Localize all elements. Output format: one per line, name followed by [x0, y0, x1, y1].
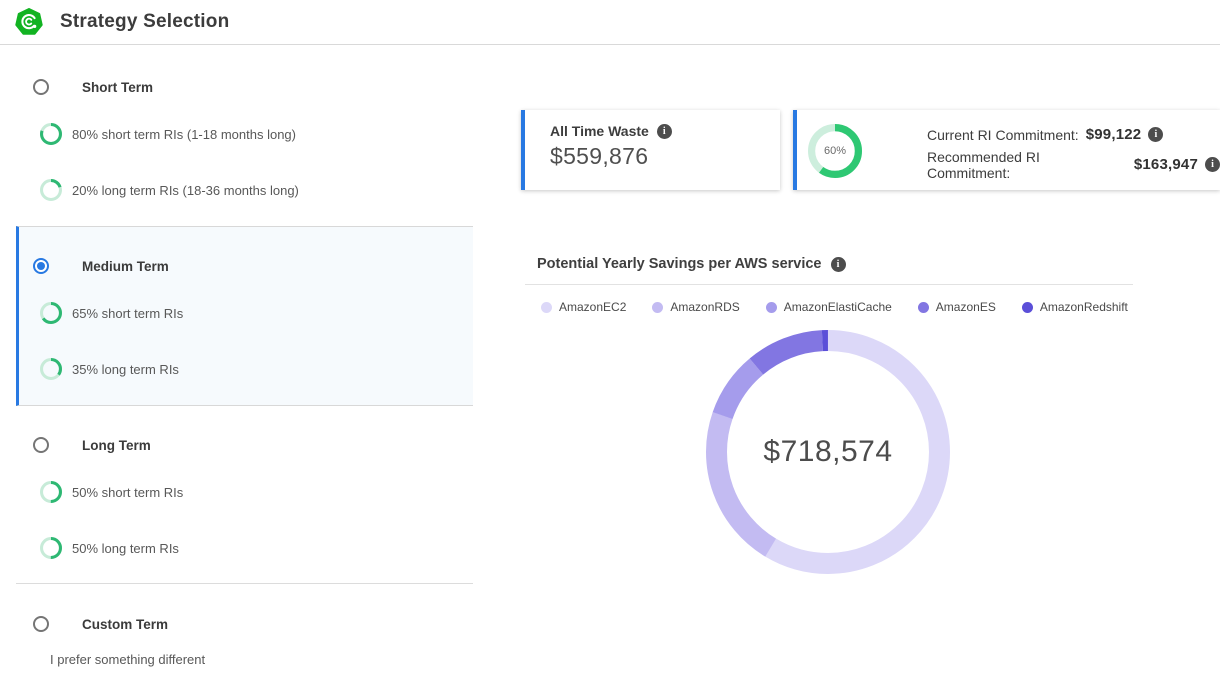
recommended-commitment-row: Recommended RI Commitment: $163,947 i [927, 154, 1220, 175]
strategy-label: Long Term [82, 438, 151, 453]
allocation-label: 35% long term RIs [72, 362, 179, 377]
radio-custom-term[interactable] [33, 616, 49, 632]
legend-item-amazonrds[interactable]: AmazonRDS [652, 300, 739, 314]
legend-item-amazonredshift[interactable]: AmazonRedshift [1022, 300, 1128, 314]
chart-title: Potential Yearly Savings per AWS service [537, 256, 822, 272]
app-logo-icon [15, 8, 43, 36]
allocation-ring-icon [40, 179, 62, 201]
divider [16, 583, 473, 584]
page-title: Strategy Selection [60, 11, 229, 33]
legend-item-amazonelasticache[interactable]: AmazonElastiCache [766, 300, 892, 314]
allocation-label: 20% long term RIs (18-36 months long) [72, 183, 299, 198]
strategy-label: Short Term [82, 80, 153, 95]
radio-long-term[interactable] [33, 437, 49, 453]
legend-dot-icon [541, 302, 552, 313]
strategy-option-custom-term[interactable]: Custom Term [33, 607, 168, 641]
allocation-label: 65% short term RIs [72, 306, 183, 321]
allocation-row: 80% short term RIs (1-18 months long) [40, 120, 296, 148]
allocation-ring-icon [40, 123, 62, 145]
legend-dot-icon [652, 302, 663, 313]
allocation-label: 50% long term RIs [72, 541, 179, 556]
current-commitment-label: Current RI Commitment: [927, 127, 1079, 143]
strategy-panel: Short Term 80% short term RIs (1-18 mont… [16, 45, 473, 691]
strategy-option-short-term[interactable]: Short Term [33, 70, 153, 104]
info-icon[interactable]: i [831, 257, 846, 272]
legend-dot-icon [918, 302, 929, 313]
strategy-option-long-term[interactable]: Long Term [33, 428, 151, 462]
strategy-selection-page: Strategy Selection Short Term 80% short … [0, 0, 1220, 691]
recommended-commitment-label: Recommended RI Commitment: [927, 149, 1127, 181]
allocation-ring-icon [40, 481, 62, 503]
divider [525, 284, 1133, 285]
legend-item-amazones[interactable]: AmazonES [918, 300, 996, 314]
info-icon[interactable]: i [657, 124, 672, 139]
legend-dot-icon [1022, 302, 1033, 313]
custom-term-description: I prefer something different [50, 652, 205, 667]
allocation-row: 50% long term RIs [40, 534, 179, 562]
allocation-row: 65% short term RIs [40, 299, 183, 327]
allocation-ring-icon [40, 358, 62, 380]
legend-dot-icon [766, 302, 777, 313]
info-icon[interactable]: i [1148, 127, 1163, 142]
allocation-ring-icon [40, 537, 62, 559]
allocation-ring-icon [40, 302, 62, 324]
allocation-row: 20% long term RIs (18-36 months long) [40, 176, 299, 204]
all-time-waste-card: All Time Waste i $559,876 [521, 110, 780, 190]
allocation-label: 50% short term RIs [72, 485, 183, 500]
chart-legend: AmazonEC2 AmazonRDS AmazonElastiCache Am… [541, 300, 1128, 314]
waste-card-title: All Time Waste [550, 123, 649, 139]
info-icon[interactable]: i [1205, 157, 1220, 172]
allocation-row: 50% short term RIs [40, 478, 183, 506]
radio-medium-term[interactable] [33, 258, 49, 274]
strategy-label: Custom Term [82, 617, 168, 632]
current-commitment-row: Current RI Commitment: $99,122 i [927, 124, 1220, 145]
ri-commitment-card: 60% Current RI Commitment: $99,122 i Rec… [793, 110, 1220, 190]
allocation-label: 80% short term RIs (1-18 months long) [72, 127, 296, 142]
gauge-percent-label: 60% [808, 124, 862, 178]
savings-donut-chart: $718,574 [706, 330, 950, 574]
commitment-gauge: 60% [808, 124, 862, 178]
current-commitment-value: $99,122 [1086, 126, 1142, 143]
strategy-label: Medium Term [82, 259, 169, 274]
chart-header: Potential Yearly Savings per AWS service… [537, 256, 846, 272]
waste-card-value: $559,876 [550, 143, 780, 170]
app-header: Strategy Selection [0, 0, 1220, 45]
legend-item-amazonec2[interactable]: AmazonEC2 [541, 300, 626, 314]
strategy-option-medium-term[interactable]: Medium Term [33, 249, 169, 283]
radio-short-term[interactable] [33, 79, 49, 95]
donut-total-value: $718,574 [706, 330, 950, 574]
recommended-commitment-value: $163,947 [1134, 156, 1198, 173]
allocation-row: 35% long term RIs [40, 355, 179, 383]
